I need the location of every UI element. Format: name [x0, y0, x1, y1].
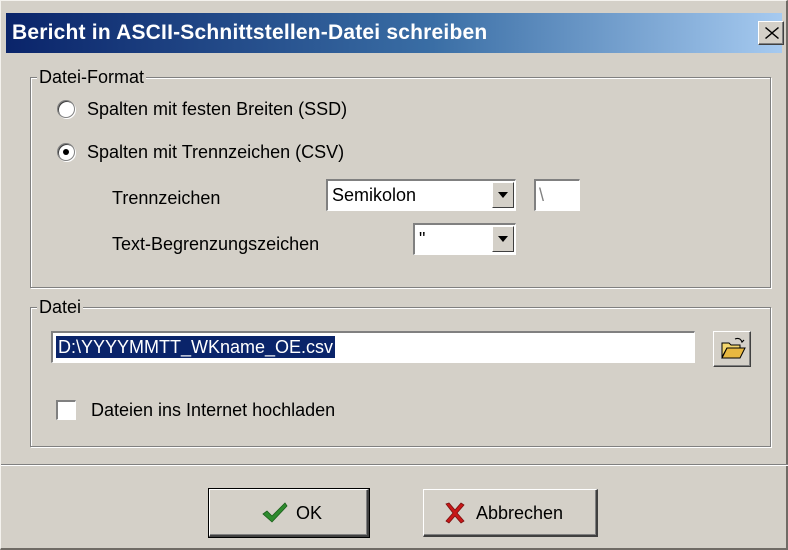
format-group-legend: Datei-Format: [37, 66, 147, 88]
checkmark-icon: [262, 502, 288, 523]
file-group-legend: Datei: [37, 296, 84, 318]
radio-csv-dot: [63, 149, 69, 155]
cancel-button[interactable]: Abbrechen: [423, 489, 598, 537]
cancel-x-icon: [445, 502, 465, 524]
chevron-down-icon: [498, 236, 508, 242]
title-bar[interactable]: Bericht in ASCII-Schnittstellen-Datei sc…: [6, 13, 784, 53]
upload-checkbox[interactable]: [56, 400, 76, 420]
ok-button[interactable]: OK: [208, 488, 370, 538]
browse-button[interactable]: [713, 331, 751, 367]
ok-button-label: OK: [296, 503, 323, 523]
custom-separator-value: \: [539, 185, 545, 205]
file-path-value: D:\YYYYMMTT_WKname_OE.csv: [56, 336, 336, 358]
separator-label: Trennzeichen: [112, 188, 221, 208]
dialog-window: Bericht in ASCII-Schnittstellen-Datei sc…: [0, 0, 788, 550]
text-delimiter-combo[interactable]: ": [413, 223, 516, 255]
radio-ssd-label[interactable]: Spalten mit festen Breiten (SSD): [87, 98, 347, 120]
folder-open-icon: [721, 337, 746, 359]
chevron-down-icon: [498, 192, 508, 198]
text-delimiter-value: ": [419, 229, 426, 249]
text-delimiter-label: Text-Begrenzungszeichen: [112, 234, 320, 254]
close-button[interactable]: [758, 21, 784, 45]
upload-checkbox-label[interactable]: Dateien ins Internet hochladen: [91, 399, 335, 421]
footer-separator: [1, 464, 788, 466]
file-path-input[interactable]: D:\YYYYMMTT_WKname_OE.csv: [51, 331, 695, 363]
cancel-button-label: Abbrechen: [476, 503, 564, 523]
radio-csv[interactable]: [57, 143, 75, 161]
radio-ssd[interactable]: [57, 100, 75, 118]
file-groupbox: Datei: [30, 296, 771, 447]
separator-dropdown-button[interactable]: [492, 182, 514, 208]
close-icon: [765, 27, 779, 39]
custom-separator-field[interactable]: \: [534, 179, 580, 211]
window-title: Bericht in ASCII-Schnittstellen-Datei sc…: [12, 21, 488, 44]
separator-combo[interactable]: Semikolon: [326, 179, 516, 211]
text-delimiter-dropdown-button[interactable]: [492, 226, 514, 252]
radio-csv-label[interactable]: Spalten mit Trennzeichen (CSV): [87, 141, 344, 163]
separator-value: Semikolon: [332, 185, 417, 205]
